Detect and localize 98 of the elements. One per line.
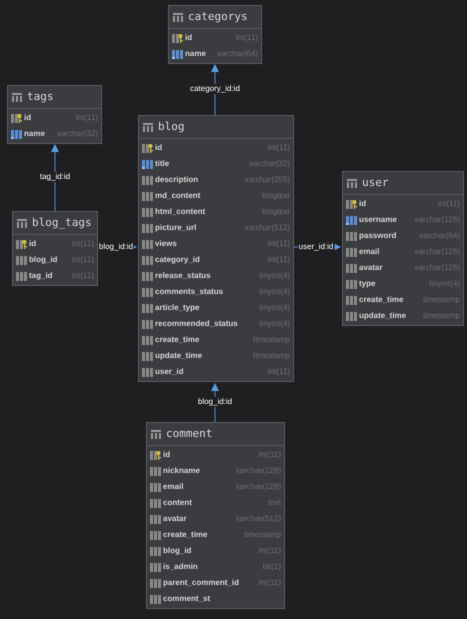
relation-label: blog_id:id: [196, 397, 234, 407]
column-icon: [346, 214, 357, 226]
column-icon: [16, 254, 27, 266]
column-icon: [346, 278, 357, 290]
column-name: blog_id: [29, 254, 58, 266]
column-name: name: [185, 48, 206, 60]
column-name: comment_st: [163, 593, 210, 605]
column-name: create_time: [155, 334, 200, 346]
column-icon: [172, 48, 183, 60]
column-icon: [150, 482, 161, 492]
column-icon: [346, 310, 357, 322]
column-name: picture_url: [155, 222, 196, 234]
relation-label: user_id:id: [298, 242, 334, 252]
table-icon: [17, 218, 27, 228]
column-name: content: [163, 497, 192, 509]
column-name: password: [359, 230, 396, 242]
column-icon: [142, 366, 153, 378]
table-title: blog: [158, 118, 184, 135]
column-name: nickname: [163, 465, 200, 477]
relation-label: blog_id:id: [98, 242, 134, 252]
column-name: parent_comment_id: [163, 577, 240, 589]
column-icon: [150, 546, 161, 556]
column-icon: [142, 286, 153, 298]
relation-label: category_id:id: [189, 84, 241, 94]
column-icon: [11, 128, 22, 140]
column-name: update_time: [155, 350, 202, 362]
table-title: comment: [166, 426, 212, 442]
column-icon: [346, 230, 357, 242]
column-name: create_time: [163, 529, 208, 541]
table-card[interactable]: [138, 115, 294, 382]
table-title: blog_tags: [32, 214, 92, 231]
table-icon: [12, 92, 22, 102]
column-name: id: [359, 198, 366, 210]
column-name: title: [155, 158, 170, 170]
column-name: views: [155, 238, 177, 250]
column-name: tag_id: [29, 270, 53, 282]
key-column-icon: [150, 450, 161, 460]
column-name: id: [24, 112, 32, 124]
table-title: categorys: [188, 8, 248, 25]
table-icon: [347, 178, 357, 188]
relation-label: tag_id:id: [38, 172, 72, 182]
column-name: username: [359, 214, 397, 226]
table-icon: [151, 430, 161, 438]
column-icon: [142, 206, 153, 218]
column-icon: [150, 594, 161, 604]
column-icon: [346, 294, 357, 306]
column-name: md_content: [155, 190, 200, 202]
column-icon: [150, 498, 161, 508]
column-icon: [142, 238, 153, 250]
table-title: user: [362, 174, 388, 191]
column-name: id: [29, 238, 36, 250]
column-icon: [142, 222, 153, 234]
table-icon: [173, 12, 183, 22]
column-name: html_content: [155, 206, 206, 218]
column-icon: [16, 270, 27, 282]
column-name: id: [163, 449, 170, 461]
column-name: user_id: [155, 366, 184, 378]
column-name: category_id: [155, 254, 200, 266]
key-column-icon: [346, 198, 357, 210]
column-icon: [150, 562, 161, 572]
column-icon: [150, 530, 161, 540]
column-name: article_type: [155, 302, 200, 314]
column-icon: [142, 350, 153, 362]
column-icon: [142, 190, 153, 202]
column-name: recommended_status: [155, 318, 238, 330]
column-icon: [150, 514, 161, 524]
column-name: type: [359, 278, 376, 290]
column-name: update_time: [359, 310, 406, 322]
column-name: comments_status: [155, 286, 224, 298]
column-icon: [142, 318, 153, 330]
key-column-icon: [16, 238, 27, 250]
key-column-icon: [142, 142, 153, 154]
column-icon: [142, 158, 153, 170]
column-icon: [346, 246, 357, 258]
column-name: release_status: [155, 270, 211, 282]
column-icon: [142, 174, 153, 186]
column-name: avatar: [163, 513, 187, 525]
column-name: avatar: [359, 262, 383, 274]
column-name: id: [185, 32, 192, 44]
column-icon: [150, 466, 161, 476]
key-column-icon: [172, 32, 183, 44]
column-name: id: [155, 142, 162, 154]
table-title: tags: [27, 88, 54, 105]
column-icon: [142, 254, 153, 266]
column-name: blog_id: [163, 545, 192, 557]
column-name: email: [163, 481, 184, 493]
column-icon: [142, 270, 153, 282]
column-name: description: [155, 174, 198, 186]
column-name: email: [359, 246, 380, 258]
table-icon: [143, 122, 153, 132]
key-column-icon: [11, 112, 22, 124]
column-icon: [346, 262, 357, 274]
column-icon: [142, 302, 153, 314]
column-icon: [142, 334, 153, 346]
column-name: name: [24, 128, 45, 140]
column-name: create_time: [359, 294, 404, 306]
column-icon: [150, 578, 161, 588]
column-name: is_admin: [163, 561, 198, 573]
